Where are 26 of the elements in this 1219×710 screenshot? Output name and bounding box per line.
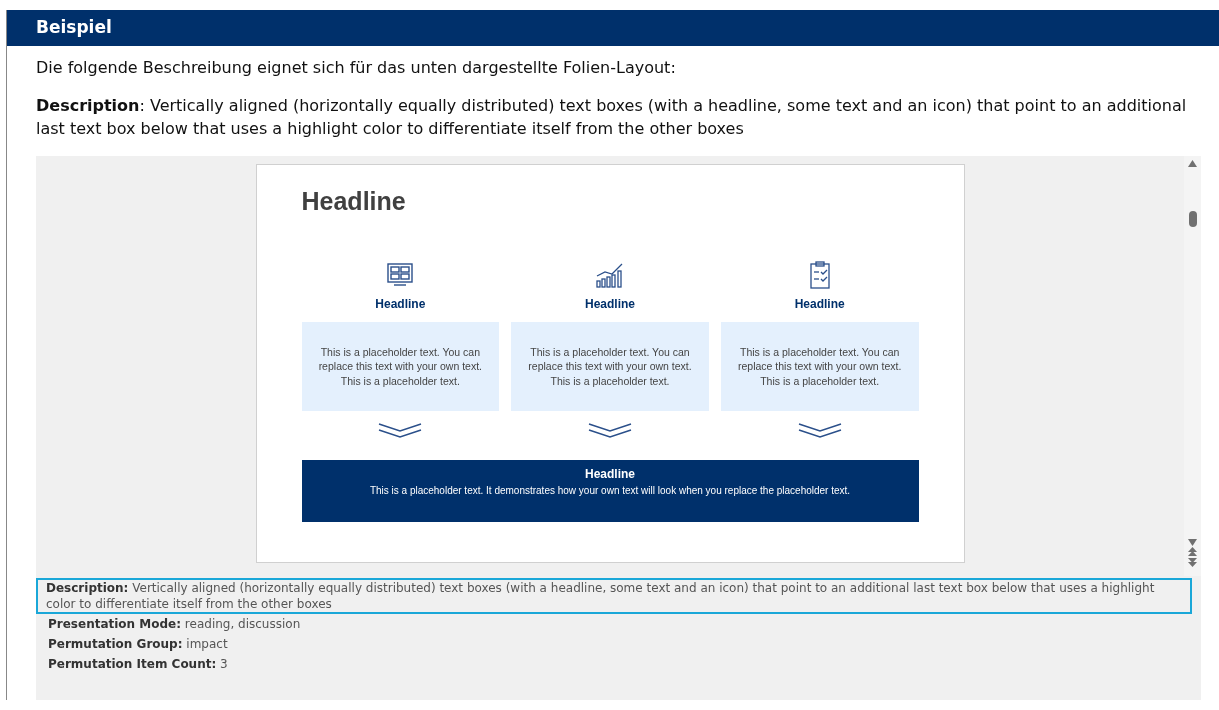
metadata-line: Permutation Item Count: 3 bbox=[47, 656, 229, 673]
double-chevron-icon bbox=[378, 423, 423, 439]
column-headline: Headline bbox=[794, 297, 845, 311]
highlight-headline: Headline bbox=[584, 467, 636, 481]
description-text: Description: Vertically aligned (horizontally equally distributed) text boxes (with a headline, some text and an icon) that point to an additional last text box below that uses a highlight color to differentiate itself from the other boxes bbox=[36, 95, 1188, 140]
section-header: Beispiel bbox=[7, 10, 1219, 46]
bar-chart-icon bbox=[596, 261, 624, 289]
text-box: This is a placeholder text. You can replace this text with your own text. This is a placeholder text. bbox=[301, 322, 500, 411]
double-chevron-icon bbox=[588, 423, 632, 439]
monitor-icon bbox=[386, 261, 415, 289]
text-box: This is a placeholder text. You can replace this text with your own text. This is a placeholder text. bbox=[720, 322, 919, 411]
scroll-bottom-icon[interactable] bbox=[1188, 558, 1197, 568]
intro-text: Die folgende Beschreibung eignet sich für das unten dargestellte Folien-Layout: bbox=[36, 58, 677, 77]
scroll-thumb[interactable] bbox=[1188, 211, 1197, 227]
double-chevron-icon bbox=[797, 423, 842, 439]
column-headline: Headline bbox=[585, 297, 635, 311]
metadata-line: Permutation Group: impact bbox=[47, 636, 229, 653]
scroll-up-icon[interactable] bbox=[1188, 160, 1197, 167]
scroll-top-icon[interactable] bbox=[1188, 547, 1197, 557]
slide-headline: Headline bbox=[301, 187, 407, 217]
metadata-line: Presentation Mode: reading, discussion bbox=[47, 616, 302, 633]
text-box: This is a placeholder text. You can replace this text with your own text. This is a placeholder text. bbox=[511, 322, 709, 411]
highlight-text: This is a placeholder text. It demonstrates how your own text will look when you replace the placeholder text. bbox=[368, 485, 852, 496]
scrollbar[interactable] bbox=[1184, 156, 1201, 576]
column-headline: Headline bbox=[375, 297, 426, 311]
scroll-down-icon[interactable] bbox=[1188, 539, 1197, 546]
